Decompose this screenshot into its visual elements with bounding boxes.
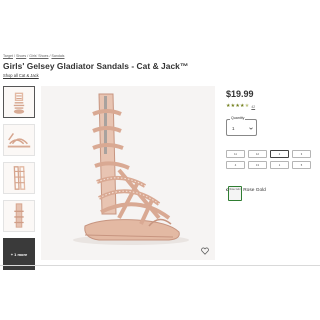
chevron-down-icon bbox=[249, 127, 253, 130]
gladiator-sandal-icon bbox=[73, 93, 189, 245]
quantity-select[interactable]: Quantity 1 bbox=[226, 116, 257, 136]
thumbnail-image[interactable] bbox=[3, 124, 35, 156]
product-rating[interactable]: ★ ★ ★ ★ ★ 42 bbox=[226, 104, 255, 109]
sandal-side-icon bbox=[7, 133, 31, 148]
star-half-icon: ★ bbox=[244, 103, 250, 109]
size-option-button[interactable]: 2 bbox=[270, 150, 289, 158]
sandal-front-icon bbox=[13, 92, 25, 114]
size-option-button[interactable]: 13 bbox=[248, 161, 267, 169]
product-price: $19.99 bbox=[226, 89, 254, 99]
rating-count[interactable]: 42 bbox=[251, 105, 255, 109]
size-option-button[interactable]: 4 bbox=[226, 161, 245, 169]
favorite-heart-icon[interactable] bbox=[201, 247, 209, 255]
size-option-button[interactable]: 1 bbox=[270, 161, 289, 169]
product-page: Target/Shoes/Girls' Shoes/Sandals Girls'… bbox=[0, 0, 320, 320]
breadcrumb: Target/Shoes/Girls' Shoes/Sandals bbox=[3, 54, 64, 58]
product-title: Girls' Gelsey Gladiator Sandals - Cat & … bbox=[3, 61, 189, 71]
quantity-label: Quantity bbox=[230, 116, 246, 120]
breadcrumb-item[interactable]: Target bbox=[3, 54, 13, 58]
quantity-value: 1 bbox=[232, 126, 235, 131]
thumbnail-list: + 1 more bbox=[3, 86, 37, 276]
color-selected-value: Rose Gold bbox=[243, 188, 266, 193]
main-product-image[interactable] bbox=[41, 86, 215, 260]
size-option-button[interactable]: 5 bbox=[292, 161, 311, 169]
breadcrumb-item[interactable]: Sandals bbox=[51, 54, 64, 58]
size-option-button[interactable]: 12 bbox=[248, 150, 267, 158]
thumbnail-image[interactable] bbox=[3, 200, 35, 232]
size-option-button[interactable]: 11 bbox=[226, 150, 245, 158]
thumbnail-image[interactable] bbox=[3, 86, 35, 118]
breadcrumb-item[interactable]: Shoes bbox=[16, 54, 26, 58]
breadcrumb-separator: / bbox=[14, 54, 15, 58]
more-images-label: + 1 more bbox=[10, 251, 28, 257]
shop-all-brand-link[interactable]: Shop all Cat & Jack bbox=[3, 73, 39, 78]
size-option-button[interactable]: 3 bbox=[292, 150, 311, 158]
color-swatch-rose-gold[interactable]: Rose Gold bbox=[228, 186, 242, 201]
thumbnail-image[interactable] bbox=[3, 162, 35, 194]
sandal-pair-icon bbox=[13, 166, 26, 190]
divider bbox=[0, 265, 320, 266]
sandal-back-icon bbox=[14, 203, 24, 228]
breadcrumb-item[interactable]: Girls' Shoes bbox=[29, 54, 48, 58]
